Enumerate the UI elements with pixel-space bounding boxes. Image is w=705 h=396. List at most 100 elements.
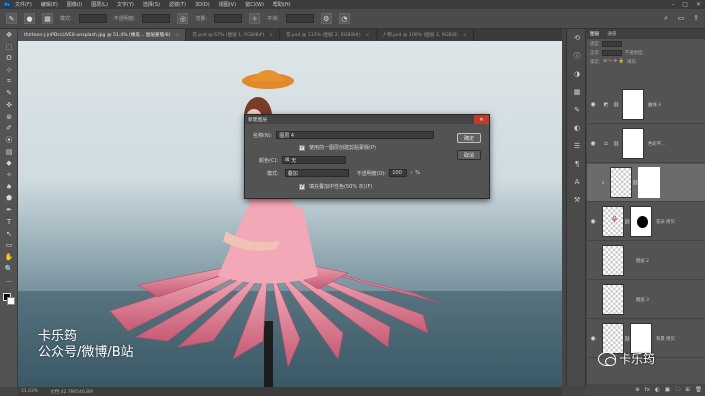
menu-3d[interactable]: 3D(D) — [195, 2, 210, 8]
tab-close-icon[interactable]: × — [269, 33, 273, 38]
fx-icon[interactable]: fx — [645, 387, 650, 393]
eyedropper-tool-icon[interactable]: ✎ — [0, 87, 18, 99]
lock-icons[interactable]: ⊞ ✎ ✥ 🔒 — [603, 59, 624, 64]
character-icon[interactable]: A — [567, 173, 587, 191]
menu-window[interactable]: 窗口(W) — [245, 1, 264, 8]
smoothing-settings-icon[interactable]: ⚙ — [320, 13, 332, 24]
layer-row[interactable]: ◉ ⚘ ⛓ 花朵 拷贝 — [587, 203, 705, 241]
new-group-icon[interactable]: 🗀 — [675, 386, 681, 395]
link-layers-icon[interactable]: ⊕ — [635, 387, 640, 393]
menu-layer[interactable]: 图层(L) — [91, 1, 108, 8]
opacity-input[interactable] — [142, 14, 171, 23]
share-icon[interactable]: ⇪ — [691, 12, 701, 24]
layer-row-selected[interactable]: ↓ ⛓ — [587, 164, 705, 202]
hand-tool-icon[interactable]: ✋ — [0, 251, 18, 263]
brush-settings-icon[interactable]: ▦ — [42, 13, 53, 24]
tab-document-2[interactable]: 花.psd @ 67% (图层 1, RGB/8#) × — [186, 29, 280, 41]
menu-help[interactable]: 帮助(H) — [273, 1, 291, 8]
menu-image[interactable]: 图像(I) — [67, 1, 82, 8]
move-tool-icon[interactable]: ✥ — [0, 29, 18, 41]
maximize-icon[interactable]: □ — [682, 1, 688, 8]
zoom-tool-icon[interactable]: 🔍 — [0, 263, 18, 275]
more-tools-icon[interactable]: … — [0, 274, 18, 286]
properties-icon[interactable]: ☰ — [567, 137, 587, 155]
close-icon[interactable]: ✕ — [696, 1, 701, 8]
brush-panel-icon[interactable]: ✎ — [567, 101, 587, 119]
eraser-tool-side-icon[interactable]: ▤ — [0, 146, 18, 158]
brush-tool-icon[interactable]: ⊛ — [0, 111, 18, 123]
crop-tool-icon[interactable]: ⌗ — [0, 76, 18, 88]
tab-close-icon[interactable]: × — [366, 33, 370, 38]
pressure-opacity-icon[interactable]: ◎ — [177, 13, 189, 24]
dodge-tool-icon[interactable]: ♠ — [0, 181, 18, 193]
ok-button[interactable]: 确定 — [457, 133, 481, 143]
history-brush-tool-icon[interactable]: ⦿ — [0, 134, 18, 146]
adjustments-icon[interactable]: ◐ — [567, 119, 587, 137]
swatches-icon[interactable]: ▦ — [567, 83, 587, 101]
mode-select[interactable] — [78, 14, 107, 23]
fill-neutral-checkbox[interactable]: ✓ — [299, 183, 305, 190]
background-color-swatch[interactable] — [7, 297, 15, 305]
layer-mask-thumbnail[interactable] — [630, 206, 652, 237]
menu-filter[interactable]: 滤镜(T) — [169, 1, 186, 8]
smooth-input[interactable] — [285, 14, 314, 23]
shape-tool-icon[interactable]: ▭ — [0, 239, 18, 251]
eye-icon[interactable]: ◉ — [587, 101, 599, 108]
tab-close-icon[interactable]: × — [176, 33, 180, 38]
tab-channels[interactable]: 通道 — [607, 31, 616, 37]
dialog-close-button[interactable]: ✕ — [474, 115, 489, 124]
tab-document-4[interactable]: 人物.psd @ 100% (图层 2, RGB/8) × — [377, 29, 474, 41]
minimize-icon[interactable]: – — [671, 1, 674, 8]
blend-mode-value[interactable]: 正常 — [590, 50, 599, 56]
search-icon[interactable]: ⌕ — [661, 12, 671, 24]
info-icon[interactable]: ⓘ — [567, 47, 587, 65]
delete-layer-icon[interactable]: 🗑 — [695, 387, 702, 393]
workspace-icon[interactable]: ▭ — [676, 12, 686, 24]
tab-document-3[interactable]: 花.psd @ 133% (图层 2, RGB/8#) × — [280, 29, 377, 41]
pressure-size-icon[interactable]: ◔ — [338, 13, 350, 24]
brush-preset-icon[interactable]: ● — [24, 13, 35, 24]
healing-tool-icon[interactable]: ✜ — [0, 99, 18, 111]
color-icon[interactable]: ◑ — [567, 65, 587, 83]
tool-presets-icon[interactable]: ⚒ — [567, 191, 587, 209]
marquee-tool-icon[interactable]: ⬚ — [0, 41, 18, 53]
stamp-tool-icon[interactable]: ✐ — [0, 123, 18, 135]
layer-thumbnail[interactable]: ⚘ — [602, 206, 624, 237]
add-mask-icon[interactable]: ◐ — [655, 387, 660, 393]
menu-type[interactable]: 文字(Y) — [117, 1, 134, 8]
clip-checkbox[interactable]: ✓ — [299, 144, 305, 151]
layer-thumbnail[interactable] — [602, 245, 624, 276]
history-icon[interactable]: ⟲ — [567, 29, 587, 47]
menu-select[interactable]: 选择(S) — [143, 1, 160, 8]
layer-row[interactable]: ◉ ⚖ ⛓ 色彩平... — [587, 125, 705, 163]
eraser-tool-icon[interactable]: ✎ — [6, 13, 17, 24]
layer-row[interactable]: 图层 2 — [587, 242, 705, 280]
layer-thumbnail[interactable] — [610, 167, 632, 198]
mode-select[interactable]: 叠加 — [284, 169, 349, 177]
zoom-level[interactable]: 51.43% — [21, 389, 38, 394]
cancel-button[interactable]: 取消 — [457, 150, 481, 160]
layer-mask-thumbnail[interactable] — [622, 128, 644, 159]
tab-layers[interactable]: 图层 — [590, 31, 599, 37]
color-select[interactable]: ⊠ 无 — [282, 156, 347, 164]
layer-mask-thumbnail[interactable] — [622, 89, 644, 120]
blend-mode-select[interactable] — [601, 49, 622, 56]
blur-tool-icon[interactable]: ✧ — [0, 169, 18, 181]
tab-close-icon[interactable]: × — [463, 33, 467, 38]
filter-kind-select[interactable] — [601, 40, 622, 47]
airbrush-icon[interactable]: ✧ — [249, 13, 261, 24]
opacity-input[interactable]: 100 — [389, 169, 408, 177]
path-select-tool-icon[interactable]: ↖ — [0, 228, 18, 240]
menu-file[interactable]: 文件(F) — [15, 1, 32, 8]
eye-icon[interactable]: ◉ — [587, 335, 599, 342]
eye-icon[interactable]: ◉ — [587, 140, 599, 147]
quick-select-tool-icon[interactable]: ⊹ — [0, 64, 18, 76]
flow-input[interactable] — [214, 14, 243, 23]
opacity-stepper-icon[interactable]: › — [410, 170, 412, 176]
adjustment-layer-icon[interactable]: ▣ — [665, 387, 670, 393]
menu-edit[interactable]: 编辑(E) — [41, 1, 58, 8]
pen-tool-icon[interactable]: ⬟ — [0, 193, 18, 205]
layer-row[interactable]: ◉ ◩ ⛓ 曲线 3 — [587, 86, 705, 124]
document-canvas[interactable]: 卡乐筠 公众号/微博/B站 — [18, 41, 562, 387]
eye-icon[interactable]: ◉ — [587, 218, 599, 225]
